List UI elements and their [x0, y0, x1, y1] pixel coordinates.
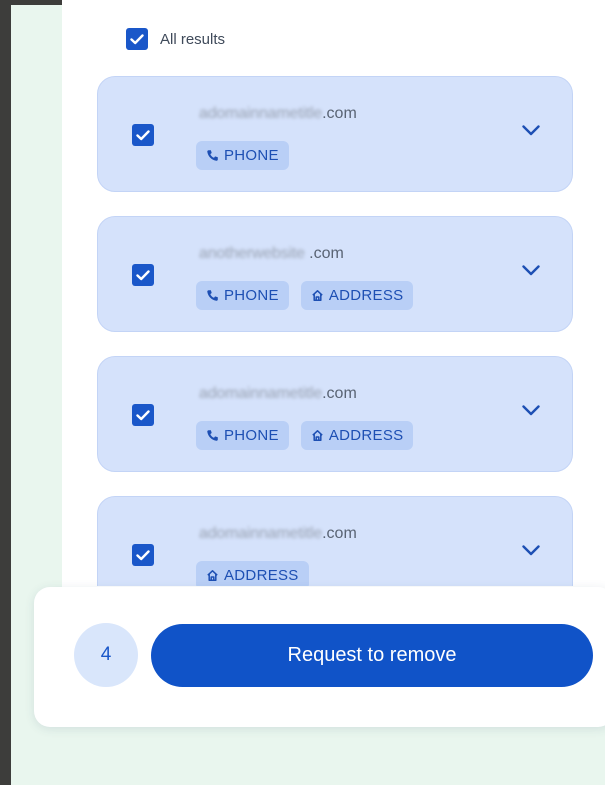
action-bar: 4 Request to remove: [34, 587, 605, 727]
tag-label: ADDRESS: [328, 287, 404, 304]
result-card[interactable]: adomainnametitle.com PHONE ADDRESS: [97, 356, 573, 472]
checkmark-icon: [136, 129, 150, 140]
tag-address: ADDRESS: [196, 561, 309, 586]
result-domain: adomainnametitle.com: [199, 385, 357, 403]
result-card[interactable]: anotherwebsite .com PHONE ADDRESS: [97, 216, 573, 332]
result-card[interactable]: adomainnametitle.com PHONE: [97, 76, 573, 192]
result-card[interactable]: adomainnametitle.com ADDRESS: [97, 496, 573, 586]
chevron-down-icon[interactable]: [522, 545, 540, 556]
domain-suffix: .com: [322, 525, 357, 542]
checkmark-icon: [136, 549, 150, 560]
domain-suffix: .com: [322, 385, 357, 402]
tag-label: PHONE: [224, 287, 279, 304]
home-icon: [207, 570, 218, 581]
result-tags: PHONE ADDRESS: [196, 421, 414, 450]
domain-name-redacted: adomainnametitle: [199, 105, 323, 122]
domain-suffix: .com: [322, 105, 357, 122]
result-domain: adomainnametitle.com: [199, 105, 357, 123]
home-icon: [312, 430, 323, 441]
window-frame-left: [0, 0, 11, 785]
result-checkbox[interactable]: [132, 404, 154, 426]
result-checkbox[interactable]: [132, 544, 154, 566]
chevron-down-icon[interactable]: [522, 265, 540, 276]
home-icon: [312, 290, 323, 301]
result-checkbox[interactable]: [132, 264, 154, 286]
domain-name-redacted: anotherwebsite: [199, 245, 305, 262]
tag-label: ADDRESS: [224, 567, 299, 584]
results-list[interactable]: adomainnametitle.com PHONE anotherwebsit…: [97, 76, 573, 586]
result-tags: ADDRESS: [196, 561, 309, 586]
tag-address: ADDRESS: [300, 281, 414, 310]
tag-phone: PHONE: [196, 421, 289, 450]
result-tags: PHONE ADDRESS: [196, 281, 414, 310]
tag-address: ADDRESS: [300, 421, 414, 450]
checkmark-icon: [130, 33, 144, 44]
tag-label: ADDRESS: [328, 427, 404, 444]
phone-icon: [207, 150, 218, 161]
phone-icon: [207, 290, 218, 301]
tag-phone: PHONE: [196, 281, 289, 310]
result-domain: anotherwebsite .com: [199, 245, 344, 263]
checkmark-icon: [136, 409, 150, 420]
domain-name-redacted: adomainnametitle: [199, 525, 323, 542]
tag-label: PHONE: [224, 427, 279, 444]
checkmark-icon: [136, 269, 150, 280]
domain-name-redacted: adomainnametitle: [199, 385, 323, 402]
tag-phone: PHONE: [196, 141, 289, 170]
result-checkbox[interactable]: [132, 124, 154, 146]
result-domain: adomainnametitle.com: [199, 525, 357, 543]
all-results-row[interactable]: All results: [126, 28, 225, 50]
all-results-label: All results: [160, 30, 226, 48]
all-results-checkbox[interactable]: [126, 28, 148, 50]
selected-count-badge: 4: [74, 623, 138, 687]
phone-icon: [207, 430, 218, 441]
result-tags: PHONE: [196, 141, 289, 170]
chevron-down-icon[interactable]: [522, 125, 540, 136]
request-to-remove-button[interactable]: Request to remove: [151, 624, 593, 687]
chevron-down-icon[interactable]: [522, 405, 540, 416]
domain-suffix: .com: [304, 245, 344, 262]
tag-label: PHONE: [224, 147, 279, 164]
